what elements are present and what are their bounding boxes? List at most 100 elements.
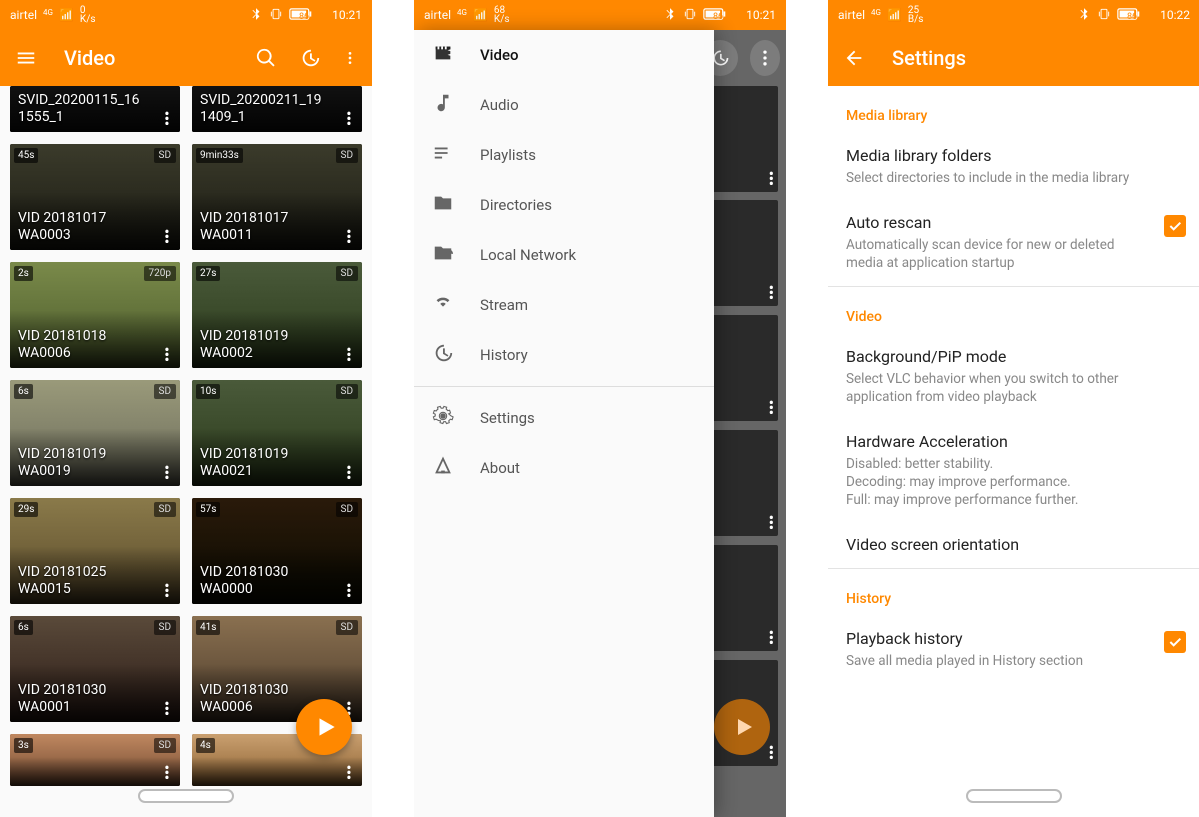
checkbox-icon[interactable] <box>1164 215 1186 237</box>
tile-overflow-icon[interactable]: ••• <box>158 765 176 780</box>
drawer-item-label: Playlists <box>480 146 536 164</box>
overflow-icon[interactable] <box>750 40 780 76</box>
tile-overflow-icon[interactable]: ••• <box>340 765 358 780</box>
video-tile[interactable]: 6sSDVID 20181030WA0001••• <box>10 616 180 722</box>
quality-badge: SD <box>154 620 177 635</box>
drawer-item-about[interactable]: About <box>414 443 714 493</box>
tile-overflow-icon[interactable]: ••• <box>340 347 358 362</box>
overflow-icon[interactable] <box>342 46 358 70</box>
settings-row[interactable]: Hardware AccelerationDisabled: better st… <box>828 420 1199 523</box>
net-speed: 25B/s <box>908 6 924 24</box>
settings-row-desc: Automatically scan device for new or del… <box>846 236 1182 272</box>
settings-row-title: Video screen orientation <box>846 535 1182 554</box>
quality-badge: SD <box>154 148 177 163</box>
tile-overflow-icon[interactable]: ••• <box>158 701 176 716</box>
duration-badge: 27s <box>196 266 220 281</box>
drawer-item-network[interactable]: Local Network <box>414 230 714 280</box>
drawer-item-label: Local Network <box>480 246 576 264</box>
signal-icon: 📶 <box>887 8 902 22</box>
network-icon <box>432 242 454 268</box>
drawer-item-label: Directories <box>480 196 552 214</box>
settings-icon <box>432 405 454 431</box>
settings-section-header: Video <box>828 287 1199 335</box>
history-icon <box>432 342 454 368</box>
video-tile[interactable]: 6sSDVID 20181019WA0019••• <box>10 380 180 486</box>
hamburger-icon[interactable] <box>14 46 38 70</box>
video-tile[interactable]: 45s SD VID 20181017WA0003 ••• <box>10 144 180 250</box>
checkbox-icon[interactable] <box>1164 631 1186 653</box>
video-tile[interactable]: 29sSDVID 20181025WA0015••• <box>10 498 180 604</box>
signal-icon: 📶 <box>59 8 74 22</box>
history-icon[interactable] <box>298 46 322 70</box>
settings-row[interactable]: Video screen orientation <box>828 523 1199 568</box>
vibrate-icon <box>683 7 697 24</box>
battery-icon: 86 <box>703 8 740 23</box>
video-tile[interactable]: SVID_20200211_191409_1••• <box>192 86 362 132</box>
carrier: airtel <box>10 8 37 22</box>
status-bar: airtel 4G 📶 68K/s 86 10:21 <box>414 0 786 30</box>
drawer-item-history[interactable]: History <box>414 330 714 380</box>
tile-overflow-icon[interactable]: ••• <box>158 583 176 598</box>
tile-overflow-icon[interactable]: ••• <box>158 347 176 362</box>
settings-row[interactable]: Background/PiP mode Select VLC behavior w… <box>828 335 1199 420</box>
tile-overflow-icon[interactable]: ••• <box>340 111 358 126</box>
quality-badge: SD <box>154 502 177 517</box>
video-tile[interactable]: 3sSD••• <box>10 734 180 786</box>
screen-settings: airtel 4G 📶 25B/s 86 10:22 Settings <box>828 0 1199 817</box>
nav-pill[interactable] <box>966 789 1062 803</box>
settings-section-header: Media library <box>828 86 1199 134</box>
duration-badge: 3s <box>14 738 33 753</box>
status-bar: airtel 4G 📶 25B/s 86 10:22 <box>828 0 1199 30</box>
duration-badge: 45s <box>14 148 38 163</box>
video-tile[interactable]: 10sSDVID 20181019WA0021••• <box>192 380 362 486</box>
drawer-item-video[interactable]: Video <box>414 30 714 80</box>
duration-badge: 4s <box>196 738 215 753</box>
play-fab[interactable] <box>296 699 352 755</box>
video-tile[interactable]: 27sSDVID 20181019WA0002••• <box>192 262 362 368</box>
network-badge: 4G <box>871 8 881 17</box>
tile-overflow-icon[interactable]: ••• <box>340 465 358 480</box>
drawer-item-settings[interactable]: Settings <box>414 393 714 443</box>
quality-badge: SD <box>154 384 177 399</box>
tile-overflow-icon[interactable]: ••• <box>158 111 176 126</box>
video-title: VID 20181017WA0003 <box>18 210 154 244</box>
video-tile[interactable]: 2s720pVID 20181018WA0006••• <box>10 262 180 368</box>
video-tile[interactable]: 57sSDVID 20181030WA0000••• <box>192 498 362 604</box>
tile-overflow-icon[interactable]: ••• <box>158 229 176 244</box>
drawer-divider <box>414 386 714 387</box>
play-fab-dimmed <box>714 699 770 755</box>
search-icon[interactable] <box>254 46 278 70</box>
quality-badge: 720p <box>144 266 176 281</box>
video-tile[interactable]: 9min33sSDVID 20181017WA0011••• <box>192 144 362 250</box>
clock: 10:22 <box>1160 8 1190 22</box>
video-title: VID 20181018WA0006 <box>18 328 154 362</box>
nav-pill[interactable] <box>138 789 234 803</box>
settings-row[interactable]: Playback historySave all media played in… <box>828 617 1199 684</box>
video-title: VID 20181019WA0002 <box>200 328 336 362</box>
tile-overflow-icon[interactable]: ••• <box>158 465 176 480</box>
settings-row[interactable]: Media library foldersSelect directories … <box>828 134 1199 201</box>
settings-row[interactable]: Auto rescan Automatically scan device for… <box>828 201 1199 286</box>
duration-badge: 9min33s <box>196 148 243 163</box>
app-bar: Settings <box>828 30 1199 86</box>
screen-title: Video <box>64 46 234 70</box>
playlists-icon <box>432 142 454 168</box>
settings-row-title: Background/PiP mode <box>846 347 1182 366</box>
settings-row-title: Hardware Acceleration <box>846 432 1182 451</box>
video-grid[interactable]: SVID_20200115_161555_1••• SVID_20200211_1… <box>0 86 372 786</box>
settings-row-desc: Select directories to include in the med… <box>846 169 1182 187</box>
drawer-item-audio[interactable]: Audio <box>414 80 714 130</box>
drawer-item-label: About <box>480 459 520 477</box>
settings-row-title: Auto rescan <box>846 213 1182 232</box>
video-tile[interactable]: SVID_20200115_161555_1••• <box>10 86 180 132</box>
settings-row-desc: Select VLC behavior when you switch to o… <box>846 370 1182 406</box>
tile-overflow-icon[interactable]: ••• <box>340 229 358 244</box>
settings-list[interactable]: Media libraryMedia library foldersSelect… <box>828 86 1199 771</box>
drawer-item-stream[interactable]: Stream <box>414 280 714 330</box>
drawer-item-directories[interactable]: Directories <box>414 180 714 230</box>
video-icon <box>432 42 454 68</box>
drawer-item-playlists[interactable]: Playlists <box>414 130 714 180</box>
tile-overflow-icon[interactable]: ••• <box>340 583 358 598</box>
back-arrow-icon[interactable] <box>842 46 866 70</box>
video-title: VID 20181025WA0015 <box>18 564 154 598</box>
